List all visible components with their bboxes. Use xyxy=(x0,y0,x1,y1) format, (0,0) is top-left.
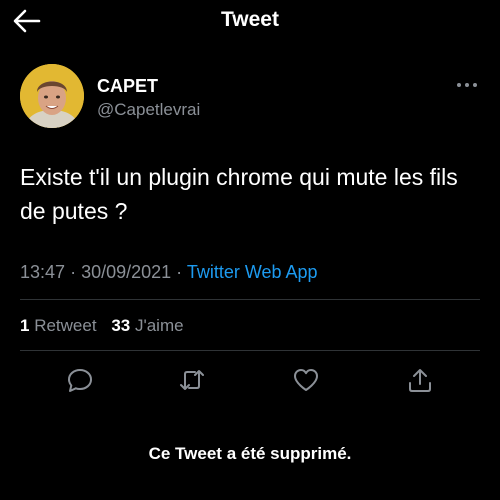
more-options-button[interactable] xyxy=(455,78,479,92)
tweet-metadata: 13:47 · 30/09/2021 · Twitter Web App xyxy=(20,262,318,283)
retweets-stat[interactable]: 1 Retweet xyxy=(20,316,97,335)
reply-button[interactable] xyxy=(66,366,94,394)
tweet-time: 13:47 xyxy=(20,262,66,282)
separator-dot: · xyxy=(176,262,187,282)
profile-photo xyxy=(20,64,84,128)
divider xyxy=(20,350,480,351)
deleted-notice: Ce Tweet a été supprimé. xyxy=(148,444,352,463)
divider xyxy=(20,299,480,300)
likes-label: J'aime xyxy=(134,316,184,335)
share-icon xyxy=(409,369,431,392)
tweet-text: Existe t'il un plugin chrome qui mute le… xyxy=(20,164,458,224)
author-handle[interactable]: @Capetlevrai xyxy=(97,100,200,120)
like-button[interactable] xyxy=(292,366,320,394)
reply-icon xyxy=(68,369,92,392)
page-title: Tweet xyxy=(221,8,279,31)
author-display-name[interactable]: CAPET xyxy=(97,76,158,97)
tweet-source-link[interactable]: Twitter Web App xyxy=(187,262,318,282)
retweets-count: 1 xyxy=(20,316,30,335)
top-bar: Tweet xyxy=(0,0,500,44)
likes-count: 33 xyxy=(111,316,131,335)
engagement-stats: 1 Retweet 33 J'aime xyxy=(20,316,184,336)
retweet-button[interactable] xyxy=(178,366,206,394)
share-button[interactable] xyxy=(406,366,434,394)
more-horizontal-icon xyxy=(457,83,477,87)
avatar[interactable] xyxy=(20,64,84,128)
likes-stat[interactable]: 33 J'aime xyxy=(111,316,183,335)
like-icon xyxy=(294,369,318,391)
separator-dot: · xyxy=(70,262,82,282)
tweet-date: 30/09/2021 xyxy=(81,262,172,282)
retweet-icon xyxy=(180,370,204,390)
retweets-label: Retweet xyxy=(34,316,97,335)
